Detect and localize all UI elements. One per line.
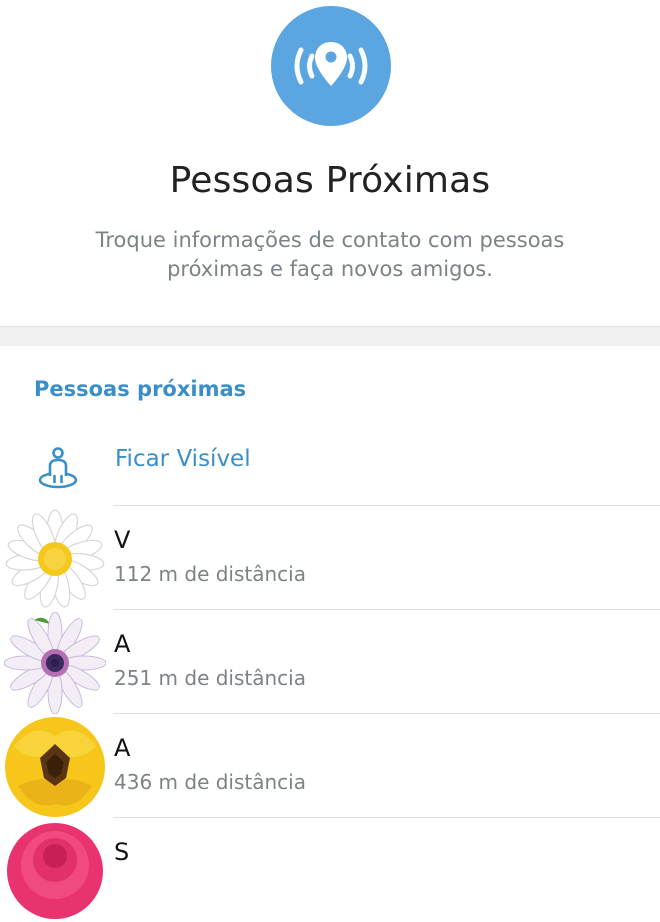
list-item-person[interactable]: A 251 m de distância	[0, 610, 660, 714]
location-broadcast-icon	[271, 6, 391, 126]
page-title: Pessoas Próximas	[169, 160, 491, 201]
list-item-person[interactable]: S	[0, 818, 660, 922]
avatar	[4, 612, 106, 714]
avatar	[4, 508, 106, 610]
list-item-person[interactable]: V 112 m de distância	[0, 506, 660, 610]
nearby-header: Pessoas Próximas Troque informações de c…	[0, 0, 660, 326]
avatar	[4, 716, 106, 818]
make-visible-button[interactable]: Ficar Visível	[0, 430, 660, 506]
avatar	[4, 820, 106, 922]
person-distance: 436 m de distância	[114, 770, 306, 794]
list-item-person[interactable]: A 436 m de distância	[0, 714, 660, 818]
person-distance: 112 m de distância	[114, 562, 306, 586]
person-name: V	[114, 526, 131, 554]
make-visible-label: Ficar Visível	[115, 446, 251, 472]
person-name: A	[114, 734, 131, 762]
person-name: S	[114, 838, 130, 866]
section-divider	[0, 326, 660, 346]
person-distance: 251 m de distância	[114, 666, 306, 690]
person-radar-icon	[35, 444, 81, 490]
section-title: Pessoas próximas	[34, 377, 247, 401]
page-subtitle: Troque informações de contato com pessoa…	[95, 228, 565, 281]
person-name: A	[114, 630, 131, 658]
